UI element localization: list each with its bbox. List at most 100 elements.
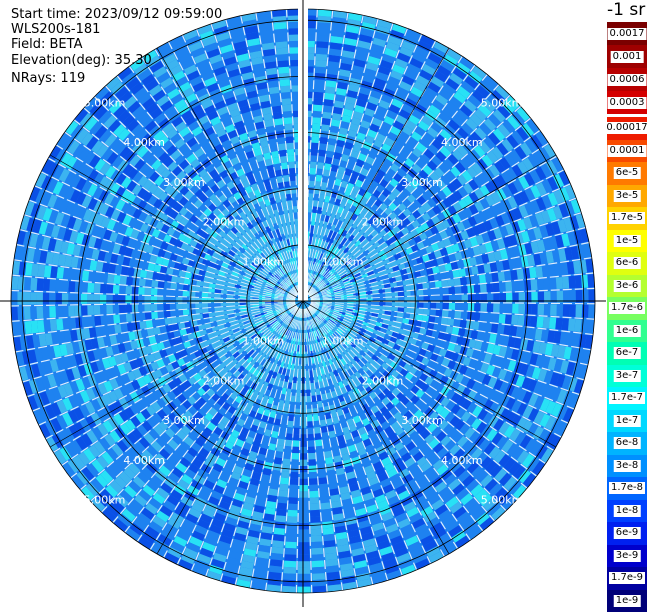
range-gate-cell	[309, 181, 315, 188]
range-gate-cell	[447, 318, 454, 326]
range-gate-cell	[308, 447, 315, 454]
range-gate-cell	[436, 288, 443, 295]
range-gate-cell	[319, 143, 327, 150]
range-gate-cell	[298, 580, 311, 586]
range-gate-cell	[314, 86, 324, 93]
range-gate-cell	[320, 496, 330, 503]
range-gate-cell	[305, 371, 309, 378]
range-gate-cell	[272, 470, 281, 478]
range-gate-cell	[113, 315, 120, 324]
range-gate-cell	[56, 319, 63, 331]
range-gate-cell	[299, 504, 309, 510]
range-gate-cell	[411, 302, 418, 307]
range-gate-cell	[582, 305, 589, 318]
range-gate-cell	[286, 535, 297, 542]
range-gate-cell	[309, 491, 318, 498]
range-gate-cell	[430, 303, 437, 309]
range-gate-cell	[491, 273, 498, 283]
range-gate-cell	[287, 421, 293, 428]
range-gate-cell	[317, 28, 330, 35]
range-gate-cell	[379, 293, 386, 297]
range-gate-cell	[480, 284, 487, 293]
range-gate-cell	[113, 285, 120, 294]
range-gate-cell	[151, 312, 158, 319]
range-gate-cell	[317, 162, 324, 169]
range-gate-cell	[321, 124, 330, 131]
range-gate-cell	[36, 306, 43, 318]
range-gate-cell	[56, 280, 63, 292]
range-gate-cell	[144, 304, 151, 311]
range-gate-cell	[56, 293, 62, 304]
range-gate-cell	[300, 447, 307, 453]
range-gate-cell	[24, 277, 31, 290]
range-gate-cell	[36, 292, 43, 304]
range-gate-cell	[478, 322, 486, 331]
range-gate-cell	[268, 572, 281, 580]
range-gate-cell	[306, 402, 311, 409]
range-gate-cell	[581, 319, 588, 332]
range-gate-cell	[308, 206, 313, 213]
range-gate-cell	[499, 304, 506, 313]
range-gate-cell	[221, 294, 228, 298]
range-gate-cell	[151, 304, 158, 311]
range-gate-cell	[308, 434, 315, 441]
range-gate-cell	[322, 515, 333, 522]
range-gate-cell	[138, 313, 145, 321]
range-gate-cell	[314, 194, 320, 201]
range-gate-cell	[429, 309, 436, 315]
range-gate-cell	[315, 181, 321, 188]
range-gate-cell	[125, 305, 132, 313]
range-gate-cell	[298, 555, 310, 561]
range-gate-cell	[472, 321, 479, 330]
range-gate-cell	[202, 303, 209, 308]
range-gate-cell	[455, 303, 462, 310]
range-gate-cell	[288, 510, 298, 517]
range-gate-cell	[296, 396, 301, 403]
range-gate-cell	[440, 272, 447, 280]
range-gate-cell	[170, 310, 177, 317]
range-gate-cell	[62, 306, 69, 317]
range-gate-cell	[125, 295, 131, 303]
range-gate-cell	[314, 79, 324, 86]
range-gate-cell	[446, 271, 454, 279]
range-gate-cell	[319, 484, 328, 491]
range-gate-cell	[320, 420, 327, 427]
range-gate-cell	[310, 168, 316, 175]
range-gate-cell	[324, 99, 334, 107]
range-gate-cell	[326, 80, 337, 88]
range-gate-cell	[138, 296, 144, 304]
range-gate-cell	[486, 283, 493, 292]
range-gate-cell	[505, 314, 512, 324]
range-gate-cell	[126, 277, 133, 286]
range-gate-cell	[270, 559, 283, 567]
range-gate-cell	[492, 314, 499, 323]
range-gate-cell	[531, 279, 538, 290]
range-gate-cell	[286, 427, 293, 434]
range-gate-cell	[543, 278, 550, 290]
range-gate-cell	[404, 308, 411, 313]
range-gate-cell	[518, 281, 525, 291]
range-gate-cell	[460, 277, 467, 285]
range-gate-cell	[30, 307, 37, 320]
range-gate-cell	[37, 320, 45, 333]
range-gate-cell	[435, 317, 442, 324]
range-gate-cell	[214, 307, 221, 311]
range-gate-cell	[158, 281, 165, 288]
range-gate-cell	[310, 510, 320, 517]
range-gate-cell	[506, 304, 513, 314]
range-gate-cell	[320, 137, 328, 144]
range-gate-cell	[512, 281, 519, 291]
range-gate-cell	[119, 295, 126, 303]
range-gate-cell	[397, 286, 404, 291]
range-gate-cell	[279, 484, 288, 491]
range-gate-cell	[311, 529, 322, 536]
range-gate-cell	[497, 324, 505, 334]
range-gate-cell	[316, 47, 328, 54]
range-gate-cell	[324, 546, 336, 554]
range-gate-cell	[214, 303, 221, 307]
range-gate-cell	[474, 285, 481, 293]
range-gate-cell	[182, 297, 188, 303]
range-gate-cell	[144, 296, 150, 303]
range-gate-cell	[37, 278, 44, 290]
range-gate-cell	[164, 289, 171, 296]
